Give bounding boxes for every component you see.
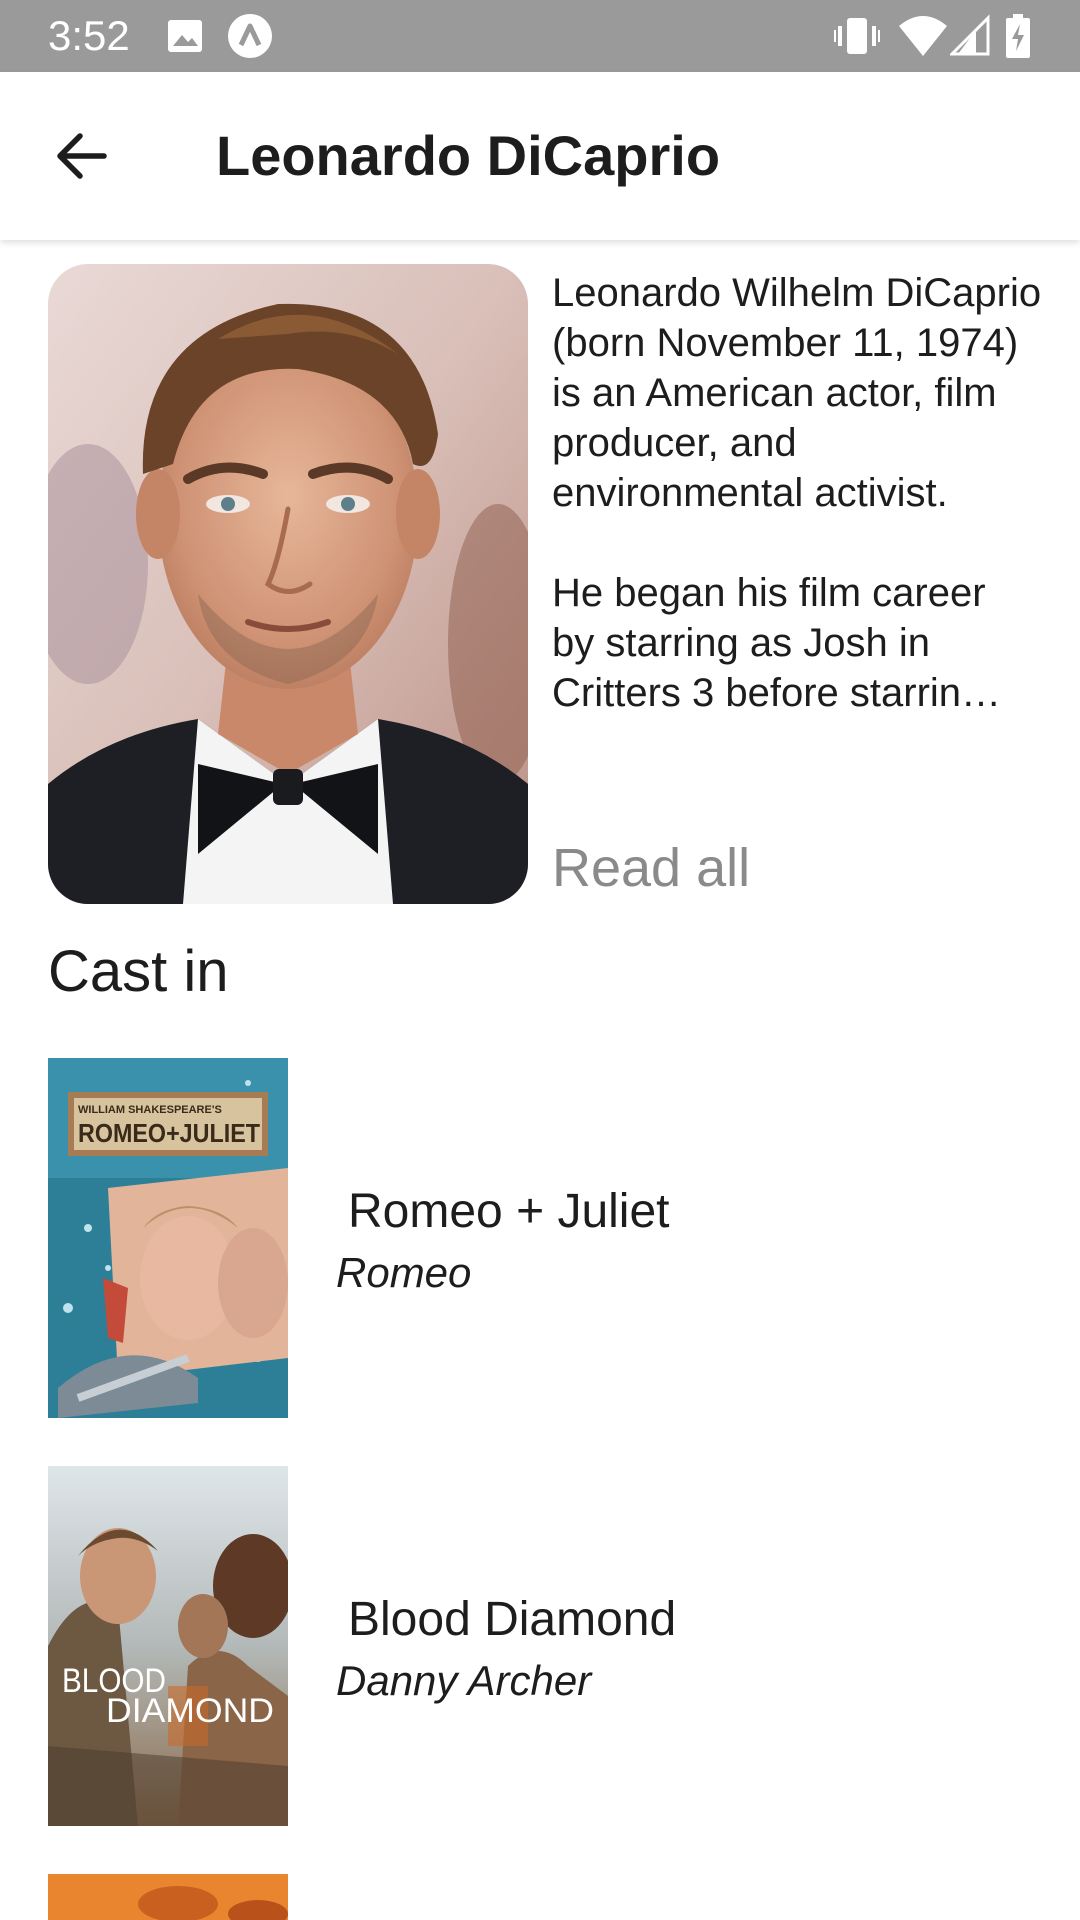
movie-item-partial[interactable] [48, 1874, 1048, 1920]
image-icon [168, 20, 202, 52]
wifi-icon [899, 16, 947, 56]
movie-poster-blood-diamond: BLOOD DIAMOND [48, 1466, 288, 1826]
read-all-button[interactable]: Read all [552, 838, 750, 898]
battery-charging-icon [1006, 14, 1030, 58]
page-title: Leonardo DiCaprio [216, 124, 721, 187]
movie-item-romeo-juliet[interactable]: WILLIAM SHAKESPEARE'S ROMEO+JULIET Romeo… [48, 1058, 1048, 1418]
movie-role: Danny Archer [336, 1657, 592, 1704]
bio-text: Leonardo Wilhelm DiCaprio (born November… [552, 268, 1052, 718]
bio-paragraph-2-line-2: by starring as Josh in [552, 621, 930, 665]
vibrate-icon [834, 18, 880, 54]
signal-icon [950, 14, 990, 56]
arrow-back-icon [57, 133, 107, 179]
bio-paragraph-2-line-3: Critters 3 before starrin… [552, 671, 1002, 715]
actor-portrait [48, 264, 528, 904]
movie-title: Blood Diamond [348, 1593, 677, 1646]
app-badge-icon [228, 14, 272, 58]
status-time: 3:52 [48, 12, 130, 59]
poster-text-top: WILLIAM SHAKESPEARE'S [78, 1104, 222, 1116]
app-bar: Leonardo DiCaprio [0, 72, 1080, 240]
movie-item-blood-diamond[interactable]: BLOOD DIAMOND Blood Diamond Danny Archer [48, 1466, 1048, 1826]
back-button[interactable] [44, 116, 124, 196]
movie-poster-partial [48, 1874, 288, 1920]
status-bar: 3:52 [0, 0, 1080, 72]
bio-paragraph-2: He began his film career by starring as … [552, 568, 1052, 718]
poster-text-line-2: DIAMOND [106, 1692, 274, 1730]
bio-paragraph-2-line-1: He began his film career [552, 571, 986, 615]
movie-role: Romeo [336, 1249, 472, 1296]
bio-paragraph-1: Leonardo Wilhelm DiCaprio (born November… [552, 271, 1042, 515]
movie-title: Romeo + Juliet [348, 1185, 670, 1238]
poster-text-main: ROMEO+JULIET [78, 1118, 260, 1148]
movie-poster-romeo-juliet: WILLIAM SHAKESPEARE'S ROMEO+JULIET [48, 1058, 288, 1418]
cast-section-title: Cast in [48, 939, 229, 1004]
